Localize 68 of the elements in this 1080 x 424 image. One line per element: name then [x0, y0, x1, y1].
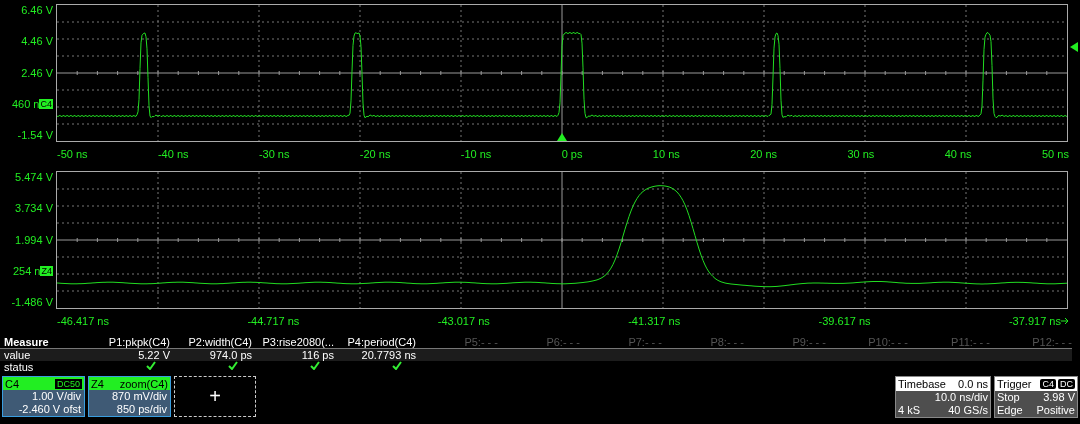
panel-title: Trigger	[997, 378, 1032, 390]
add-channel-button[interactable]: +	[174, 376, 256, 417]
channel-name: C4	[5, 377, 20, 390]
axis-label: -43.017 ns	[437, 314, 490, 327]
channel-setting: 870 mV/div	[111, 390, 167, 403]
axis-label: 0 ps	[561, 147, 583, 160]
trigger-position-icon	[557, 133, 567, 141]
axis-label: 50 ns	[1041, 147, 1069, 160]
axis-label: 30 ns	[847, 147, 875, 160]
row-label: status	[3, 361, 35, 373]
measure-title: Measure	[3, 336, 50, 348]
axis-label: -1.486 V	[11, 296, 53, 308]
measure-value: 5.22 V	[138, 349, 170, 361]
row-label: value	[3, 349, 32, 361]
trigger-coupling: DC	[1058, 379, 1075, 389]
channel-marker[interactable]: Z4	[40, 265, 53, 276]
channel-setting: 1.00 V/div	[32, 390, 81, 403]
trigger-source: C4	[1040, 379, 1056, 389]
axis-label: -37.917 ns	[1008, 314, 1061, 327]
axis-label: 254 n	[12, 264, 41, 277]
axis-label: 6.46 V	[21, 4, 53, 16]
trigger-level-icon	[1070, 42, 1078, 52]
axis-label: -50 ns	[57, 147, 88, 160]
axis-label: 1.994 V	[15, 233, 53, 246]
measure-value: 974.0 ps	[209, 349, 252, 361]
axis-label: -10 ns	[460, 147, 492, 160]
axis-label: -46.417 ns	[57, 314, 109, 327]
axis-label: 460 n	[11, 97, 40, 110]
axis-label: -20 ns	[359, 147, 391, 160]
channel-setting: 850 ps/div	[116, 403, 167, 416]
axis-label: -40 ns	[157, 147, 189, 160]
trigger-panel[interactable]: Trigger C4 DC Stop 3.98 V Edge Positive	[994, 376, 1078, 418]
measure-value: 20.7793 ns	[361, 349, 416, 361]
trigger-slope: Positive	[1035, 404, 1075, 417]
arrow-icon	[1060, 316, 1069, 325]
channel-descriptor[interactable]: Z4 zoom(C4) 870 mV/div 850 ps/div	[88, 376, 171, 417]
coupling-tag: DC50	[55, 378, 82, 389]
axis-label: -44.717 ns	[247, 314, 300, 327]
trigger-level: 3.98 V	[1042, 391, 1075, 404]
measure-value: 116 ps	[301, 349, 334, 361]
axis-label: 20 ns	[750, 147, 778, 160]
channel-descriptor[interactable]: C4 DC50 1.00 V/div -2.460 V ofst	[2, 376, 85, 417]
measure-header[interactable]: P2:width(C4)	[170, 336, 252, 348]
axis-label: 40 ns	[944, 147, 972, 160]
sample-rate: 40 GS/s	[947, 404, 988, 417]
panel-title: Timebase	[898, 378, 946, 390]
timebase-panel[interactable]: Timebase 0.0 ns 10.0 ns/div 4 kS 40 GS/s	[895, 376, 991, 418]
timebase-scale: 10.0 ns/div	[933, 391, 988, 404]
axis-label: 4.46 V	[21, 35, 53, 48]
axis-label: -41.317 ns	[628, 314, 681, 327]
channel-name: Z4	[91, 377, 104, 390]
axis-label: -30 ns	[258, 147, 290, 160]
channel-setting: -2.460 V ofst	[18, 403, 81, 416]
measure-header[interactable]: P3:rise2080(...	[252, 336, 334, 348]
sample-count: 4 kS	[898, 404, 921, 417]
measure-header[interactable]: P1:pkpk(C4)	[88, 336, 170, 348]
axis-label: 2.46 V	[21, 66, 53, 79]
axis-label: -1.54 V	[17, 129, 53, 141]
trigger-mode: Stop	[997, 391, 1021, 404]
axis-label: -39.617 ns	[818, 314, 871, 327]
axis-label: 3.734 V	[15, 202, 53, 215]
axis-label: 10 ns	[652, 147, 680, 160]
axis-label: 5.474 V	[15, 171, 53, 183]
trigger-type: Edge	[997, 404, 1024, 417]
measure-header[interactable]: P4:period(C4)	[334, 336, 416, 348]
channel-marker[interactable]: C4	[39, 98, 53, 109]
channel-source: zoom(C4)	[119, 377, 168, 390]
timebase-delay: 0.0 ns	[958, 378, 988, 390]
